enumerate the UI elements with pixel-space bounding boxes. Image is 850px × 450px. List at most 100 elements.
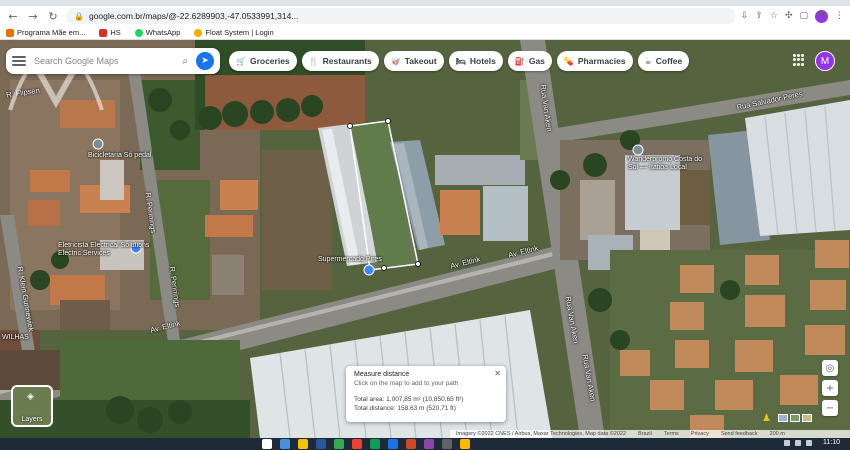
taskbar-app-icon[interactable]	[460, 439, 470, 449]
url-text: google.com.br/maps/@-22.6289903,-47.0533…	[88, 11, 299, 21]
layers-icon: ◈	[27, 392, 34, 402]
bookmark-hs[interactable]: HS	[99, 28, 121, 37]
measure-total-area: Total area: 1,007,85 m² (10,850,65 ft²)	[354, 396, 464, 403]
back-icon[interactable]: ←	[6, 9, 20, 23]
layers-label: Layers	[21, 416, 43, 423]
place-label-electric[interactable]: Eletricista Electrical Solutions Electri…	[58, 242, 150, 258]
chip-label: Gas	[528, 56, 545, 66]
volume-icon[interactable]	[795, 440, 801, 446]
taskbar-app-icon[interactable]	[424, 439, 434, 449]
directions-icon[interactable]: ➤	[196, 52, 214, 70]
star-icon[interactable]: ☆	[770, 11, 778, 21]
search-icon[interactable]: ⌕	[182, 56, 188, 67]
bookmark-label: HS	[110, 28, 121, 37]
chip-pharmacies[interactable]: 💊 Pharmacies	[556, 51, 633, 71]
windows-taskbar: 11:10	[0, 438, 850, 450]
chip-takeout[interactable]: 🥡 Takeout	[383, 51, 444, 71]
hamburger-menu-icon[interactable]	[12, 56, 26, 66]
coffee-icon: ☕	[644, 56, 652, 66]
scale-bar[interactable]: 200 m	[770, 431, 785, 437]
taskbar-app-icon[interactable]	[316, 439, 326, 449]
chip-label: Coffee	[655, 56, 683, 66]
battery-icon[interactable]	[806, 440, 812, 446]
bookmark-float-system[interactable]: Float System | Login	[194, 28, 274, 37]
puzzle-icon[interactable]: ✣	[785, 11, 793, 21]
send-feedback-link[interactable]: Send feedback	[721, 431, 758, 437]
zoom-in-button[interactable]: +	[822, 380, 838, 396]
place-label-marketing[interactable]: Wanderpromo Costa do Sol — Itatiba Local	[628, 156, 712, 172]
cart-icon: 🛒	[236, 56, 246, 66]
chip-label: Restaurants	[322, 56, 372, 66]
system-tray	[784, 440, 812, 446]
terms-link[interactable]: Terms	[664, 431, 679, 437]
chip-restaurants[interactable]: 🍴 Restaurants	[301, 51, 379, 71]
place-label-supermercado[interactable]: Supermercado Pires	[318, 256, 382, 263]
measure-total-distance: Total distance: 158,63 m (520,71 ft)	[354, 405, 456, 412]
bookmark-favicon	[194, 28, 203, 37]
privacy-link[interactable]: Privacy	[691, 431, 709, 437]
pill-icon: 💊	[563, 56, 574, 66]
takeout-icon: 🥡	[390, 56, 401, 66]
account-avatar[interactable]: M	[815, 51, 835, 71]
attribution-text: Imagery ©2022 CNES / Airbus, Maxar Techn…	[456, 431, 627, 437]
install-icon[interactable]: ⇩	[741, 11, 749, 21]
maps-search-box: ⌕ ➤	[6, 48, 220, 74]
taskbar-app-icon[interactable]	[406, 439, 416, 449]
share-icon[interactable]: ⇪	[755, 11, 763, 21]
attribution-country[interactable]: Brazil	[638, 431, 652, 437]
chip-coffee[interactable]: ☕ Coffee	[637, 51, 690, 71]
bookmark-whatsapp[interactable]: WhatsApp	[134, 28, 181, 37]
chip-label: Hotels	[469, 56, 496, 66]
close-icon[interactable]: ✕	[494, 369, 501, 378]
taskbar-app-icon[interactable]	[352, 439, 362, 449]
zoom-out-button[interactable]: −	[822, 400, 838, 416]
taskbar-app-icon[interactable]	[334, 439, 344, 449]
chip-groceries[interactable]: 🛒 Groceries	[229, 51, 297, 71]
pegman-icon[interactable]: ♟	[762, 413, 771, 424]
layers-button[interactable]: ◈ Layers	[11, 385, 53, 427]
bookmark-label: WhatsApp	[145, 28, 181, 37]
screen: ← → ↻ 🔒 google.com.br/maps/@-22.6289903,…	[0, 0, 850, 450]
google-apps-icon[interactable]	[793, 54, 805, 66]
bookmark-favicon	[134, 28, 143, 37]
wifi-icon[interactable]	[784, 440, 790, 446]
chip-gas[interactable]: ⛽ Gas	[507, 51, 552, 71]
browser-toolbar: ← → ↻ 🔒 google.com.br/maps/@-22.6289903,…	[0, 6, 850, 26]
bed-icon: 🛏	[455, 56, 466, 66]
bookmarks-bar: Programa Mãe em... HS WhatsApp Float Sys…	[0, 26, 850, 40]
chip-label: Takeout	[404, 56, 437, 66]
gas-icon: ⛽	[514, 56, 525, 66]
profile-avatar[interactable]: M	[815, 9, 828, 23]
taskbar-app-icon[interactable]	[280, 439, 290, 449]
search-input[interactable]	[34, 56, 175, 66]
bookmark-favicon	[6, 28, 14, 37]
bookmark-programa[interactable]: Programa Mãe em...	[6, 28, 85, 37]
taskbar-app-icon[interactable]	[442, 439, 452, 449]
taskbar-app-icon[interactable]	[262, 439, 272, 449]
imagery-thumbnails[interactable]	[778, 414, 812, 422]
extension-icons: ⇩ ⇪ ☆ ✣ ▢ M ⋮	[741, 9, 844, 23]
measure-distance-card: ✕ Measure distance Click on the map to a…	[346, 366, 506, 422]
lock-icon: 🔒	[74, 11, 84, 21]
taskbar-app-icon[interactable]	[388, 439, 398, 449]
place-label-bicicletaria[interactable]: Bicicletaria Só pedal	[88, 152, 151, 159]
kebab-menu-icon[interactable]: ⋮	[835, 11, 844, 21]
taskbar-app-icon[interactable]	[370, 439, 380, 449]
clock[interactable]: 11:10	[823, 439, 840, 446]
place-label-wilhas[interactable]: WILHAS	[2, 334, 29, 341]
measure-hint: Click on the map to add to your path	[354, 380, 459, 387]
bookmark-label: Programa Mãe em...	[17, 28, 86, 37]
reload-icon[interactable]: ↻	[46, 9, 60, 23]
bookmark-favicon	[99, 28, 108, 37]
taskbar-app-icon[interactable]	[298, 439, 308, 449]
map-controls: ◎ + −	[822, 360, 838, 416]
forward-icon[interactable]: →	[26, 9, 40, 23]
chip-label: Pharmacies	[577, 56, 626, 66]
taskbar-apps	[262, 439, 470, 449]
fork-knife-icon: 🍴	[308, 56, 319, 66]
chip-label: Groceries	[249, 56, 290, 66]
address-bar[interactable]: 🔒 google.com.br/maps/@-22.6289903,-47.05…	[66, 8, 735, 24]
chip-hotels[interactable]: 🛏 Hotels	[448, 51, 503, 71]
my-location-icon[interactable]: ◎	[822, 360, 838, 376]
sidepanel-icon[interactable]: ▢	[799, 11, 808, 21]
